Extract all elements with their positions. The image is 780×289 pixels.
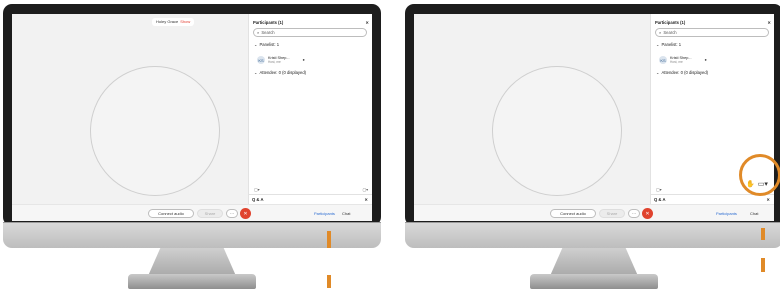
meeting-toolbar: Connect audio Share ··· ✕ Participants C… (12, 204, 372, 221)
avatar: KS (659, 56, 667, 64)
attendee-section-header[interactable]: ⌄ Attendee: 0 (0 displayed) (656, 70, 708, 75)
search-icon: ⌕ (659, 30, 662, 35)
video-area (414, 14, 650, 204)
participants-title: Participants (1) (253, 19, 284, 25)
monitor-foot (128, 274, 256, 289)
monitor-neck (550, 248, 638, 276)
panelist-section-header[interactable]: ⌄ Panelist: 1 (254, 42, 279, 47)
qa-label: Q & A (654, 197, 666, 202)
attendee-header-label: Attendee: 0 (0 displayed) (661, 70, 709, 75)
panel-controls-row: ▢▾ ▢▾ (254, 186, 368, 192)
participant-info: Kristi Shep... Host, me (670, 56, 692, 65)
end-call-icon[interactable]: ✕ (240, 208, 251, 219)
participants-panel: Participants (1) ✕ ⌕ Search ⌄ Panelist: … (248, 14, 372, 204)
banner-label: Holey Grace (156, 19, 179, 24)
chevron-down-icon: ⌄ (254, 42, 258, 47)
participants-toggle[interactable]: Participants (314, 211, 335, 216)
participant-info: Kristi Shep... Host, me (268, 56, 290, 65)
attendee-header-label: Attendee: 0 (0 displayed) (259, 70, 307, 75)
banner-show-link[interactable]: Show (180, 18, 190, 26)
video-area: Holey Grace Show (12, 14, 248, 204)
close-icon[interactable]: ✕ (364, 197, 368, 202)
avatar: KS (257, 56, 265, 64)
share-button[interactable]: Share (197, 209, 223, 218)
participants-search[interactable]: ⌕ Search (253, 28, 367, 37)
recording-banner: Holey Grace Show (152, 18, 195, 26)
chevron-down-icon: ⌄ (656, 70, 660, 75)
qa-section[interactable]: Q & A ✕ (248, 194, 372, 204)
participants-search[interactable]: ⌕ Search (655, 28, 769, 37)
chat-toggle[interactable]: Chat (342, 211, 350, 216)
orange-marker (761, 228, 765, 240)
participant-role: Host, me (670, 60, 683, 65)
share-button[interactable]: Share (599, 209, 625, 218)
close-icon[interactable]: ✕ (766, 197, 770, 202)
monitor-neck (148, 248, 236, 276)
qa-label: Q & A (252, 197, 264, 202)
participant-role: Host, me (268, 60, 281, 65)
panelist-header-label: Panelist: 1 (661, 42, 682, 47)
app-screen: Holey Grace Show Participants (1) ✕ ⌕ Se… (12, 14, 372, 221)
raise-hand-icon[interactable]: ▢▾ (254, 187, 260, 192)
chat-toggle[interactable]: Chat (750, 211, 758, 216)
close-icon[interactable]: ✕ (365, 20, 369, 25)
search-placeholder: Search (261, 30, 275, 35)
connect-audio-button[interactable]: Connect audio (148, 209, 194, 218)
participants-header: Participants (1) ✕ (253, 19, 369, 25)
orange-marker (761, 258, 765, 272)
connect-audio-button[interactable]: Connect audio (550, 209, 596, 218)
panelist-section-header[interactable]: ⌄ Panelist: 1 (656, 42, 681, 47)
monitor-chin (405, 222, 780, 248)
raise-hand-icon[interactable]: ▢▾ (656, 187, 662, 192)
more-options-button[interactable]: ··· (226, 209, 238, 218)
app-screen: Participants (1) ✕ ⌕ Search ⌄ Panelist: … (414, 14, 774, 221)
raise-hand-icon[interactable]: ✋ (746, 180, 755, 188)
search-placeholder: Search (663, 30, 677, 35)
end-call-icon[interactable]: ✕ (642, 208, 653, 219)
callout-icons: ✋ ▭▾ (746, 180, 768, 188)
orange-marker (327, 231, 331, 248)
participant-row[interactable]: KS Kristi Shep... Host, me ● (659, 54, 767, 66)
participant-row[interactable]: KS Kristi Shep... Host, me ● (257, 54, 365, 66)
participants-title: Participants (1) (655, 19, 686, 25)
search-icon: ⌕ (257, 30, 260, 35)
participants-toggle[interactable]: Participants (716, 211, 737, 216)
panelist-header-label: Panelist: 1 (259, 42, 280, 47)
more-icon[interactable]: ▢▾ (363, 187, 369, 192)
orange-marker (327, 275, 331, 288)
close-icon[interactable]: ✕ (767, 20, 771, 25)
chevron-down-icon: ⌄ (254, 70, 258, 75)
monitor-left: Holey Grace Show Participants (1) ✕ ⌕ Se… (3, 4, 381, 289)
highlight-callout (739, 154, 780, 196)
mic-icon[interactable]: ● (705, 58, 707, 62)
monitor-right: Participants (1) ✕ ⌕ Search ⌄ Panelist: … (405, 4, 780, 289)
video-placeholder-circle (492, 66, 622, 196)
meeting-toolbar: Connect audio Share ··· ✕ Participants C… (414, 204, 774, 221)
chevron-down-icon: ⌄ (656, 42, 660, 47)
more-options-button[interactable]: ··· (628, 209, 640, 218)
monitor-foot (530, 274, 658, 289)
stage: Holey Grace Show Participants (1) ✕ ⌕ Se… (0, 0, 780, 289)
mic-icon[interactable]: ● (303, 58, 305, 62)
participants-header: Participants (1) ✕ (655, 19, 771, 25)
monitor-chin (3, 222, 381, 248)
attendee-section-header[interactable]: ⌄ Attendee: 0 (0 displayed) (254, 70, 306, 75)
more-icon[interactable]: ▭▾ (758, 180, 768, 188)
video-placeholder-circle (90, 66, 220, 196)
